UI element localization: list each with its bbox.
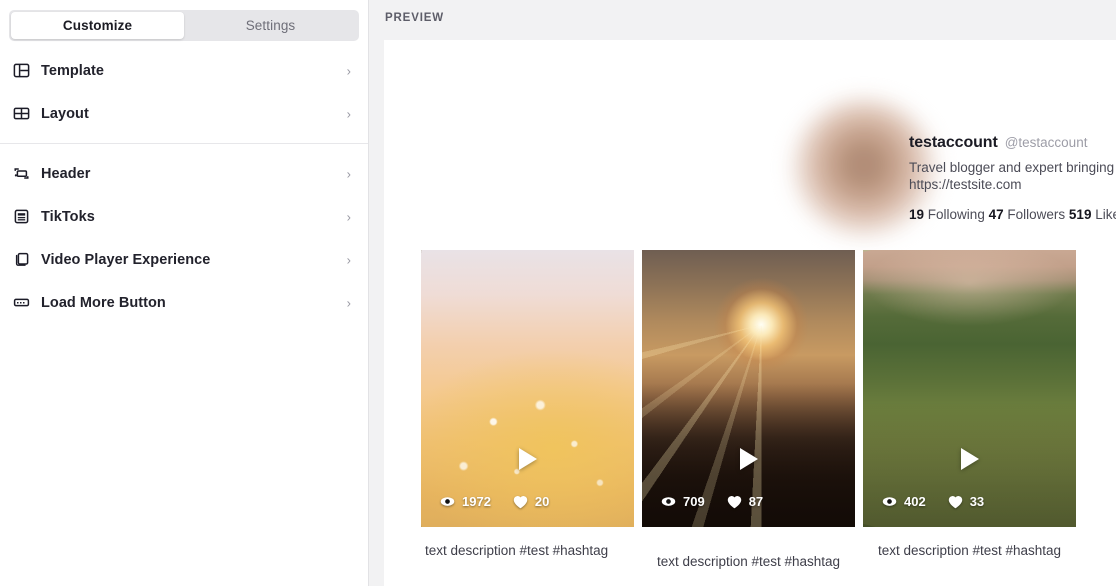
video-caption: text description #test #hashtag: [642, 553, 855, 570]
feed-item[interactable]: 709 87 text description #test #hashtag: [642, 250, 855, 570]
sidebar-group-design: Template › Layout ›: [0, 41, 368, 135]
sidebar-item-header[interactable]: Header ›: [0, 152, 368, 195]
heart-icon: [513, 495, 528, 509]
feed-grid: 1972 20 text description #test #hashtag: [384, 250, 1116, 570]
eye-icon: [440, 494, 455, 509]
chevron-right-icon: ›: [347, 210, 351, 223]
following-label-wrap: Following: [924, 207, 989, 222]
likes-label: Likes: [1095, 207, 1116, 222]
customizer-sidebar: Customize Settings Template ›: [0, 0, 369, 586]
header-icon: [12, 165, 30, 183]
followers-label-wrap: Followers: [1004, 207, 1069, 222]
preview-canvas: testaccount @testaccount Travel blogger …: [384, 40, 1116, 586]
sidebar-item-template-label: Template: [41, 63, 104, 79]
eye-icon: [882, 494, 897, 509]
sidebar-item-tiktoks-label: TikToks: [41, 209, 95, 225]
video-thumbnail[interactable]: 709 87: [642, 250, 855, 527]
like-count-value: 87: [749, 494, 763, 509]
following-count: 19: [909, 207, 924, 222]
sidebar-item-video-player-experience-label: Video Player Experience: [41, 252, 210, 268]
sidebar-item-load-more-button[interactable]: Load More Button ›: [0, 281, 368, 324]
video-stats: 709 87: [661, 494, 763, 509]
sidebar-tabbar: Customize Settings: [9, 10, 359, 41]
load-more-button-icon: [12, 294, 30, 312]
following-label: Following: [928, 207, 985, 222]
followers-count: 47: [989, 207, 1004, 222]
play-icon[interactable]: [519, 448, 537, 470]
like-count: 20: [513, 494, 549, 509]
video-stats: 1972 20: [440, 494, 549, 509]
tab-settings[interactable]: Settings: [184, 12, 357, 39]
sidebar-item-layout-label: Layout: [41, 106, 89, 122]
preview-label: PREVIEW: [385, 12, 444, 24]
sidebar-item-template[interactable]: Template ›: [0, 49, 368, 92]
thumbnail-image: [642, 250, 855, 527]
likes-count: 519: [1069, 207, 1092, 222]
video-player-icon: [12, 251, 30, 269]
play-icon[interactable]: [740, 448, 758, 470]
video-thumbnail[interactable]: 402 33: [863, 250, 1076, 527]
profile-name: testaccount: [909, 134, 998, 152]
template-icon: [12, 62, 30, 80]
chevron-right-icon: ›: [347, 64, 351, 77]
chevron-right-icon: ›: [347, 253, 351, 266]
eye-icon: [661, 494, 676, 509]
view-count-value: 1972: [462, 494, 491, 509]
chevron-right-icon: ›: [347, 107, 351, 120]
sidebar-item-layout[interactable]: Layout ›: [0, 92, 368, 135]
layout-grid-icon: [12, 105, 30, 123]
likes-label-wrap: Likes: [1091, 207, 1116, 222]
video-caption: text description #test #hashtag: [863, 542, 1076, 559]
view-count-value: 709: [683, 494, 705, 509]
tiktoks-icon: [12, 208, 30, 226]
sidebar-item-header-label: Header: [41, 166, 90, 182]
like-count: 33: [948, 494, 984, 509]
app-root: Customize Settings Template ›: [0, 0, 1116, 586]
sidebar-item-load-more-button-label: Load More Button: [41, 295, 166, 311]
view-count: 1972: [440, 494, 491, 509]
video-caption: text description #test #hashtag: [421, 542, 634, 559]
video-stats: 402 33: [882, 494, 984, 509]
view-count-value: 402: [904, 494, 926, 509]
tab-customize-label: Customize: [63, 18, 132, 33]
like-count-value: 33: [970, 494, 984, 509]
profile-bio-line1: Travel blogger and expert bringing you t…: [909, 159, 1116, 176]
tab-customize[interactable]: Customize: [11, 12, 184, 39]
sidebar-item-video-player-experience[interactable]: Video Player Experience ›: [0, 238, 368, 281]
profile-bio-line2[interactable]: https://testsite.com: [909, 176, 1116, 193]
view-count: 709: [661, 494, 705, 509]
thumbnail-image: [863, 250, 1076, 527]
like-count: 87: [727, 494, 763, 509]
feed-item[interactable]: 1972 20 text description #test #hashtag: [421, 250, 634, 570]
like-count-value: 20: [535, 494, 549, 509]
followers-label: Followers: [1007, 207, 1065, 222]
play-icon[interactable]: [961, 448, 979, 470]
view-count: 402: [882, 494, 926, 509]
heart-icon: [948, 495, 963, 509]
feed-profile-header: testaccount @testaccount Travel blogger …: [384, 40, 1116, 250]
video-thumbnail[interactable]: 1972 20: [421, 250, 634, 527]
profile-identity: testaccount @testaccount: [909, 134, 1087, 152]
thumbnail-image: [421, 250, 634, 527]
chevron-right-icon: ›: [347, 167, 351, 180]
tab-settings-label: Settings: [246, 18, 296, 33]
feed-item[interactable]: 402 33 text description #test #hashtag: [863, 250, 1076, 570]
chevron-right-icon: ›: [347, 296, 351, 309]
profile-handle: @testaccount: [1005, 135, 1088, 150]
preview-pane: PREVIEW testaccount @testaccount Travel …: [369, 0, 1116, 586]
profile-stats: 19 Following 47 Followers 519 Likes: [909, 207, 1116, 222]
sidebar-item-tiktoks[interactable]: TikToks ›: [0, 195, 368, 238]
profile-bio: Travel blogger and expert bringing you t…: [909, 159, 1116, 193]
sidebar-group-sections: Header › TikToks ›: [0, 144, 368, 324]
heart-icon: [727, 495, 742, 509]
